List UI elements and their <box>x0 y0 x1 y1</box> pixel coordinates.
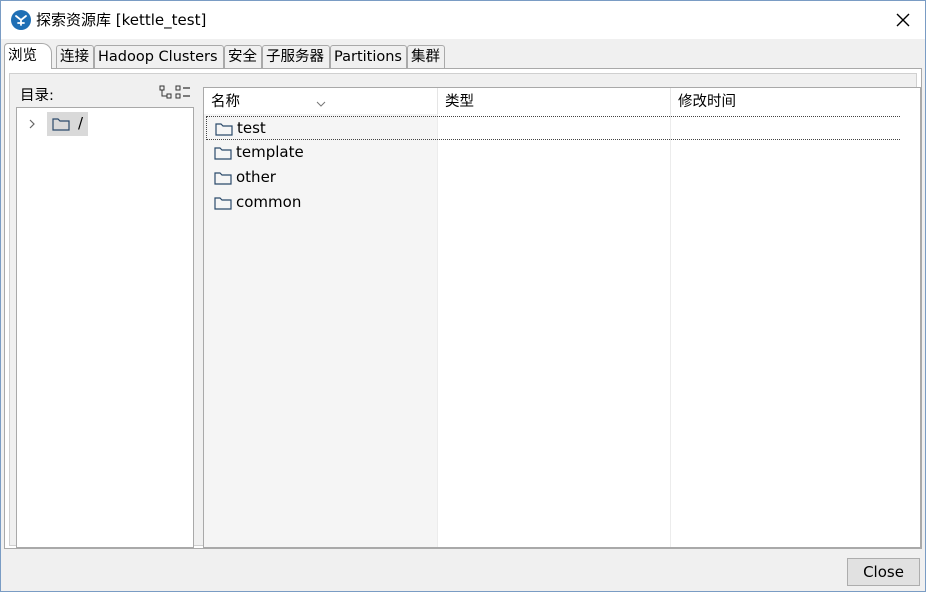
window-title: 探索资源库 [kettle_test] <box>36 11 207 29</box>
close-icon[interactable] <box>893 10 913 30</box>
tree-item-root: / <box>17 112 193 136</box>
list-item-name: common <box>236 193 302 211</box>
tab-slave-servers[interactable]: 子服务器 <box>262 45 330 68</box>
tree-node-label: / <box>78 114 84 132</box>
list-item[interactable]: other <box>206 166 902 190</box>
folder-icon <box>214 146 232 164</box>
list-item[interactable]: common <box>206 191 902 215</box>
directory-tree: / <box>16 107 194 548</box>
tab-strip: 浏览 连接 Hadoop Clusters 安全 子服务器 Partitions… <box>4 43 922 69</box>
directory-label: 目录: <box>20 88 54 104</box>
file-list: 名称 类型 修改时间 test template other common <box>203 87 921 548</box>
tab-security[interactable]: 安全 <box>224 45 262 68</box>
folder-icon <box>215 122 233 140</box>
list-right-gutter <box>900 88 920 547</box>
list-item-name: other <box>236 168 276 186</box>
folder-icon <box>214 196 232 214</box>
column-header-label: 名称 <box>211 94 240 110</box>
folder-icon <box>52 117 70 135</box>
close-button[interactable]: Close <box>847 558 920 586</box>
title-bar: 探索资源库 [kettle_test] <box>1 1 925 39</box>
column-header-modified[interactable]: 修改时间 <box>671 88 903 114</box>
tab-partitions[interactable]: Partitions <box>330 45 407 68</box>
kettle-app-icon <box>11 10 31 30</box>
tree-list-view-icon[interactable] <box>159 84 193 102</box>
column-header-type[interactable]: 类型 <box>438 88 671 114</box>
list-item-name: test <box>237 119 266 137</box>
tab-clusters[interactable]: 集群 <box>407 45 445 68</box>
tab-connections[interactable]: 连接 <box>56 45 94 68</box>
chevron-down-icon <box>316 89 326 107</box>
browse-panel-inner: 目录: / 名称 类型 修改时间 test template other com… <box>9 73 921 548</box>
chevron-right-icon[interactable] <box>26 118 38 130</box>
dialog-footer <box>1 553 925 591</box>
browse-panel: 目录: / 名称 类型 修改时间 test template other com… <box>4 68 922 549</box>
tree-node-root[interactable]: / <box>47 112 88 136</box>
column-header-name[interactable]: 名称 <box>204 88 438 114</box>
list-item-name: template <box>236 143 304 161</box>
tab-browse[interactable]: 浏览 <box>4 43 52 69</box>
explore-repository-window: 探索资源库 [kettle_test] 浏览 连接 Hadoop Cluster… <box>0 0 926 592</box>
list-item[interactable]: test <box>206 116 902 140</box>
tab-hadoop-clusters[interactable]: Hadoop Clusters <box>94 45 224 68</box>
folder-icon <box>214 171 232 189</box>
list-item[interactable]: template <box>206 141 902 165</box>
